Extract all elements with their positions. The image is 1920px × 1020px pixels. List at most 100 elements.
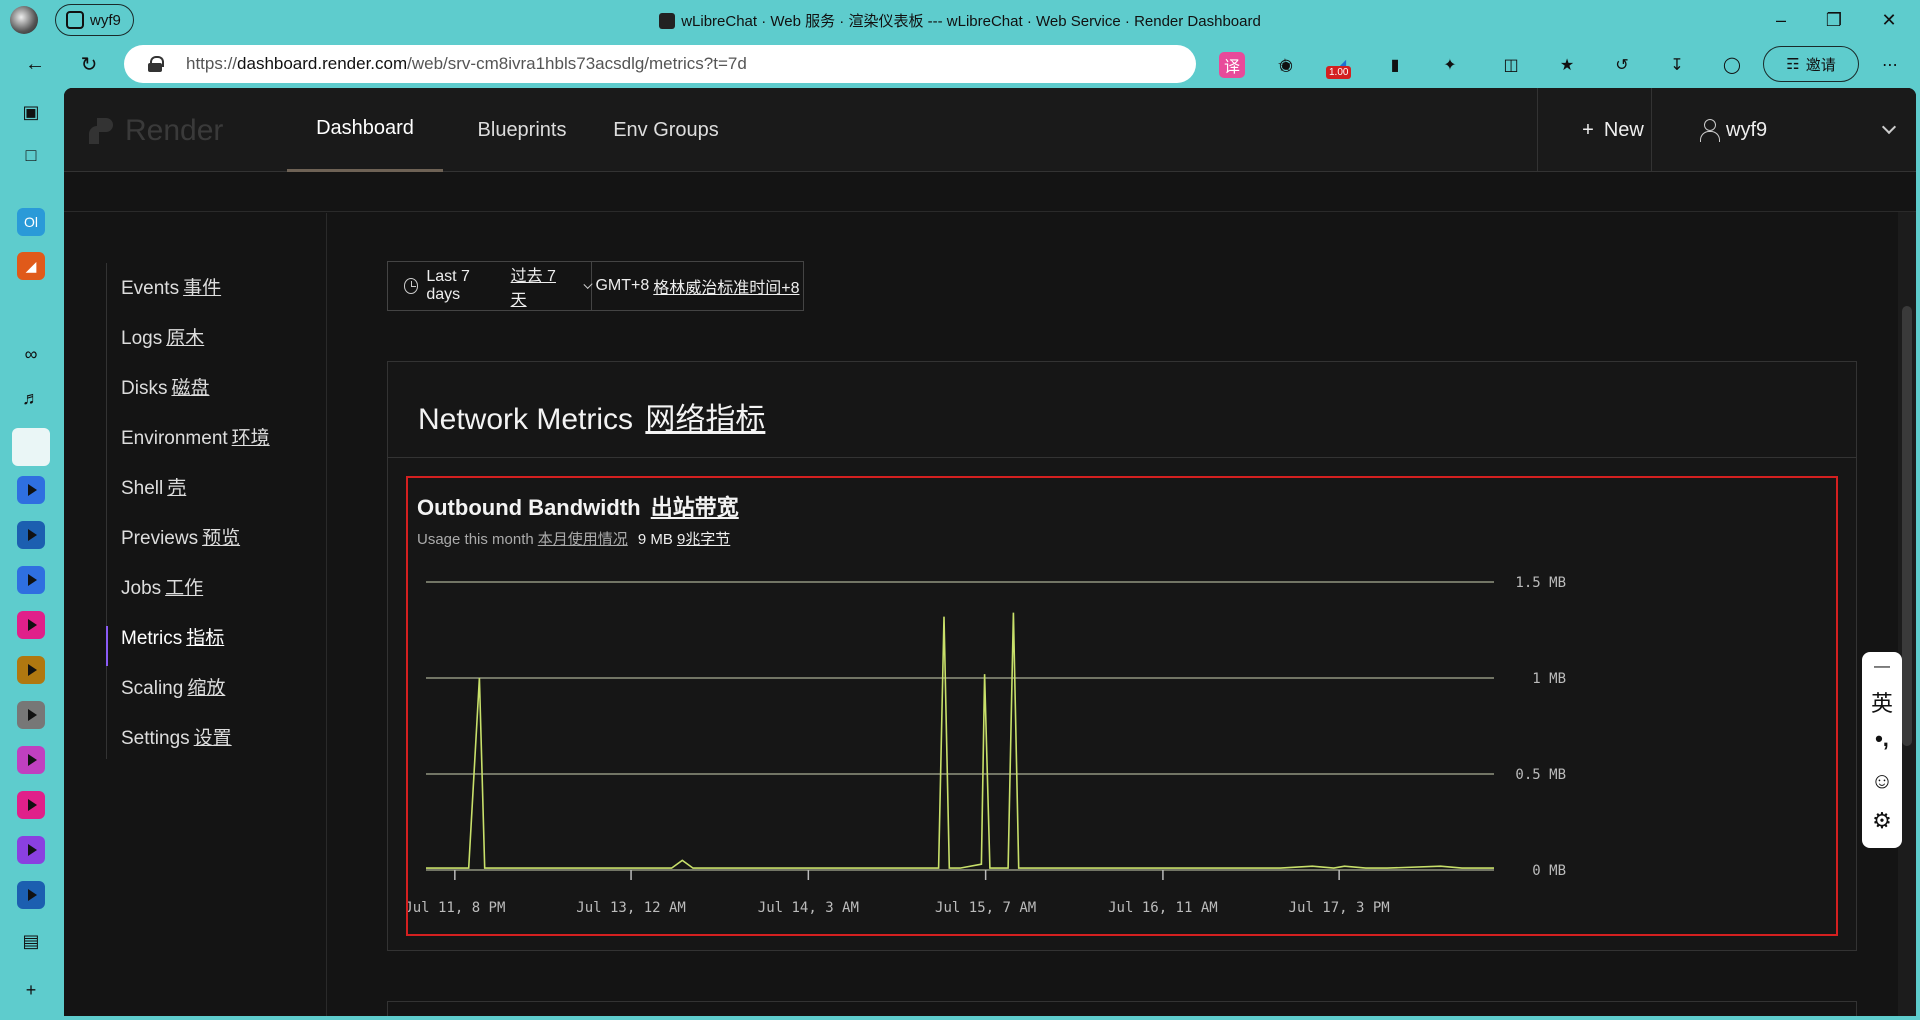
- video-tab-icon[interactable]: [17, 881, 45, 909]
- video-tab-icon[interactable]: [17, 791, 45, 819]
- render-app: Render Dashboard Blueprints Env Groups +…: [64, 88, 1916, 1016]
- invite-button[interactable]: ☶ 邀请: [1763, 46, 1859, 82]
- network-metrics-header: Network Metrics 网络指标: [388, 362, 1856, 458]
- video-tab-icon[interactable]: [17, 701, 45, 729]
- extension-glasses-icon[interactable]: ◉: [1273, 52, 1299, 78]
- x-tick-label: Jul 11, 8 PM: [408, 900, 505, 916]
- downloads-icon[interactable]: ↧: [1664, 52, 1690, 78]
- invite-icon: ☶: [1786, 56, 1800, 73]
- audio-tab-icon[interactable]: ♬: [17, 384, 45, 412]
- video-tab-icon[interactable]: [17, 746, 45, 774]
- calendar-icon[interactable]: ▤: [17, 927, 45, 955]
- ime-mode-toggle[interactable]: 英: [1862, 686, 1902, 718]
- x-tick-label: Jul 17, 3 PM: [1289, 900, 1390, 916]
- close-icon[interactable]: ✕: [1874, 6, 1904, 34]
- y-tick-label: 1 MB: [1532, 671, 1566, 687]
- time-filter-group: Last 7 days 过去 7 天 GMT+8 格林威治标准时间+8: [387, 261, 804, 311]
- sidebar-item-jobs[interactable]: Jobs 工作: [121, 573, 203, 600]
- next-metrics-panel: [387, 1001, 1857, 1016]
- video-tab-icon[interactable]: [17, 476, 45, 504]
- emoji-icon[interactable]: ☺: [1862, 768, 1902, 794]
- time-range-select[interactable]: Last 7 days 过去 7 天: [388, 262, 593, 310]
- network-metrics-panel: Network Metrics 网络指标 Outbound Bandwidth …: [387, 361, 1857, 951]
- ime-drag-handle[interactable]: —: [1862, 658, 1902, 676]
- bandwidth-chart[interactable]: 1.5 MB 1 MB 0.5 MB 0 MB Jul 11, 8 PM Jul 13, …: [408, 558, 1836, 928]
- video-tab-icon[interactable]: [17, 656, 45, 684]
- user-icon: [1700, 119, 1720, 142]
- sidebar-item-logs[interactable]: Logs 原木: [121, 323, 204, 350]
- lock-icon[interactable]: [148, 56, 164, 72]
- active-tab-icon[interactable]: [12, 428, 50, 466]
- bandwidth-title: Outbound Bandwidth 出站带宽: [417, 495, 739, 520]
- clock-icon: [404, 278, 419, 294]
- chevron-down-icon: [1881, 119, 1897, 135]
- outlook-tab-icon[interactable]: Ol: [17, 208, 45, 236]
- render-favicon-icon: [659, 13, 676, 29]
- render-logo-icon: [89, 118, 115, 144]
- copilot-tab-icon[interactable]: ∞: [17, 340, 45, 368]
- sidebar-item-shell[interactable]: Shell 壳: [121, 473, 186, 500]
- video-tab-icon[interactable]: [17, 611, 45, 639]
- bandwidth-usage: Usage this month 本月使用情况 9 MB 9兆字节: [417, 531, 731, 548]
- app-tab-icon[interactable]: ◢: [17, 252, 45, 280]
- x-tick-label: Jul 16, 11 AM: [1108, 900, 1218, 916]
- browser-title-bar: wyf9 wLibreChat · Web 服务 · 渲染仪表板 --- wLi…: [0, 0, 1920, 40]
- extensions-puzzle-icon[interactable]: ✦: [1437, 52, 1463, 78]
- sidebar-item-disks[interactable]: Disks 磁盘: [121, 373, 209, 400]
- sidebar-rail: [106, 263, 107, 759]
- split-screen-icon[interactable]: ◫: [1498, 52, 1524, 78]
- tab-actions-icon[interactable]: ▣: [17, 98, 45, 126]
- video-tab-icon[interactable]: [17, 566, 45, 594]
- back-icon[interactable]: ←: [19, 48, 51, 80]
- minimize-icon[interactable]: –: [1766, 6, 1796, 34]
- plus-icon: +: [1582, 118, 1594, 141]
- tab-env-groups[interactable]: Env Groups: [604, 88, 728, 172]
- network-metrics-title: Network Metrics 网络指标: [418, 403, 766, 436]
- sidebar-item-scaling[interactable]: Scaling 缩放: [121, 673, 225, 700]
- sidebar-item-environment[interactable]: Environment 环境: [121, 423, 270, 450]
- render-logo[interactable]: Render: [89, 114, 223, 148]
- header-divider: [1651, 88, 1652, 172]
- x-tick-label: Jul 13, 12 AM: [576, 900, 686, 916]
- history-icon[interactable]: ↺: [1609, 52, 1635, 78]
- sidebar-item-events[interactable]: Events 事件: [121, 273, 221, 300]
- add-tab-icon[interactable]: +: [17, 976, 45, 1004]
- url-bar[interactable]: https://dashboard.render.com/web/srv-cm8…: [124, 45, 1293, 83]
- chat-icon[interactable]: ◯: [1719, 52, 1745, 78]
- sidebar-item-metrics[interactable]: Metrics 指标: [121, 623, 224, 650]
- scrollbar-thumb[interactable]: [1902, 306, 1912, 746]
- extension-translate-icon[interactable]: 译: [1219, 52, 1245, 78]
- address-bar-row: ← ↻ https://dashboard.render.com/web/srv…: [0, 40, 1920, 88]
- window-title: wLibreChat · Web 服务 · 渲染仪表板 --- wLibreCh…: [0, 10, 1920, 31]
- y-tick-label: 0.5 MB: [1515, 767, 1566, 783]
- header-divider: [1537, 88, 1538, 172]
- url-text[interactable]: https://dashboard.render.com/web/srv-cm8…: [186, 54, 747, 74]
- restore-icon[interactable]: ❐: [1819, 6, 1849, 34]
- tab-blueprints[interactable]: Blueprints: [460, 88, 584, 172]
- app-header: Render Dashboard Blueprints Env Groups +…: [64, 88, 1916, 172]
- settings-gear-icon[interactable]: ⚙: [1862, 808, 1902, 834]
- outbound-bandwidth-card: Outbound Bandwidth 出站带宽 Usage this month…: [406, 476, 1838, 936]
- more-menu-icon[interactable]: ⋯: [1877, 52, 1903, 78]
- tab-dashboard[interactable]: Dashboard: [287, 88, 443, 172]
- favorites-icon[interactable]: ★: [1554, 52, 1580, 78]
- bandwidth-series-line[interactable]: [426, 612, 1494, 869]
- y-tick-label: 1.5 MB: [1515, 575, 1566, 591]
- timezone-select[interactable]: GMT+8 格林威治标准时间+8: [592, 262, 803, 310]
- sidebar-item-previews[interactable]: Previews 预览: [121, 523, 240, 550]
- video-tab-icon[interactable]: [17, 836, 45, 864]
- sidebar-active-indicator: [106, 626, 108, 666]
- page-icon[interactable]: □: [17, 141, 45, 169]
- refresh-icon[interactable]: ↻: [73, 48, 105, 80]
- y-tick-label: 0 MB: [1532, 863, 1566, 879]
- user-menu-button[interactable]: wyf9: [1680, 88, 1916, 172]
- x-tick-label: Jul 14, 3 AM: [758, 900, 859, 916]
- service-sidebar: Events 事件 Logs 原木 Disks 磁盘 Environment 环境 Sh…: [64, 213, 327, 1016]
- browser-sidebar: ▣ □ Ol ◢ ∞ ♬ ▤ +: [0, 88, 62, 1020]
- sidebar-item-settings[interactable]: Settings 设置: [121, 723, 232, 750]
- ime-toolbar: — 英 •, ☺ ⚙: [1862, 652, 1902, 848]
- extension-mask-icon[interactable]: ▮: [1382, 52, 1408, 78]
- video-tab-icon[interactable]: [17, 521, 45, 549]
- x-tick-label: Jul 15, 7 AM: [935, 900, 1036, 916]
- ime-punct-toggle[interactable]: •,: [1862, 726, 1902, 752]
